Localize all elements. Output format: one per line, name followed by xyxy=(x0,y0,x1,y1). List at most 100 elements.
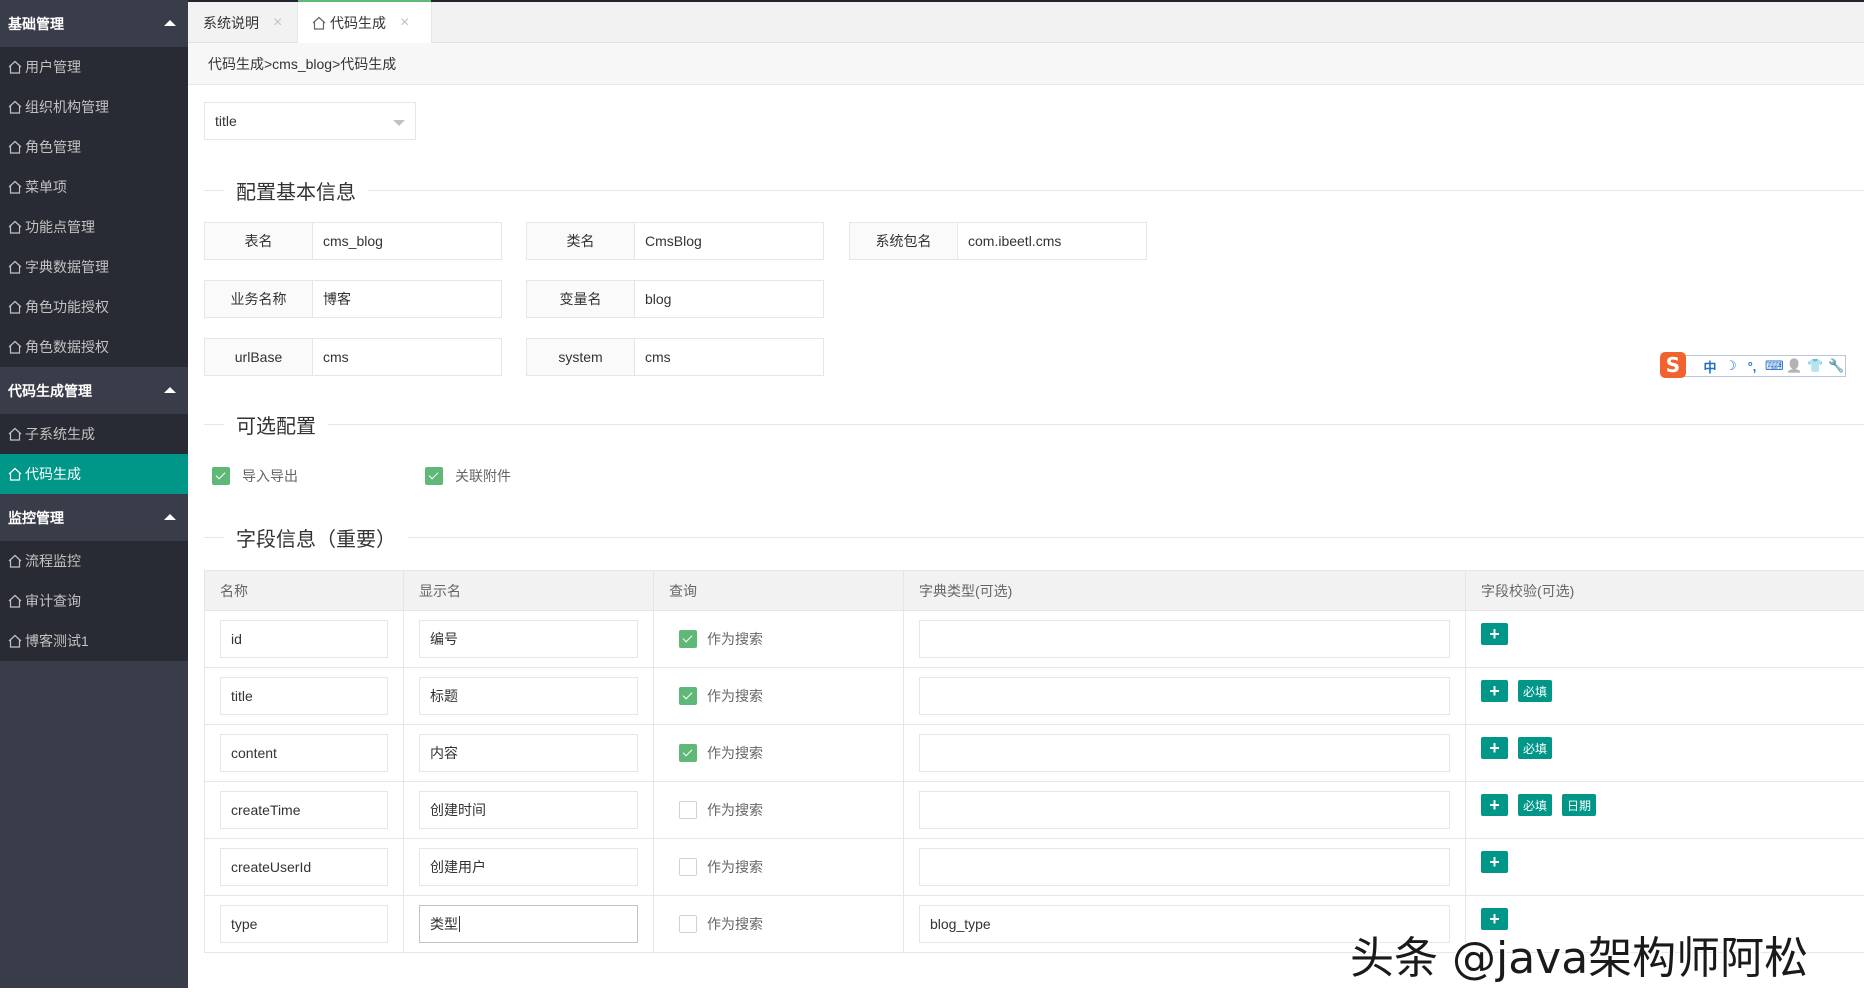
validator-tag-required[interactable]: 必填 xyxy=(1518,794,1553,816)
dict-type-input[interactable] xyxy=(919,620,1450,658)
search-checkbox[interactable]: 作为搜索 xyxy=(669,629,888,649)
sidebar-item-role-func[interactable]: 角色功能授权 xyxy=(0,287,188,327)
search-checkbox[interactable]: 作为搜索 xyxy=(669,686,888,706)
sidebar-item-label: 角色数据授权 xyxy=(25,339,109,355)
tab-system-intro[interactable]: 系统说明 × xyxy=(188,2,298,43)
ime-moon-icon[interactable]: ☽ xyxy=(1723,358,1739,374)
checkbox-label: 作为搜索 xyxy=(707,745,763,761)
dict-type-input[interactable] xyxy=(919,848,1450,886)
ime-skin-icon[interactable]: 👕 xyxy=(1807,358,1823,374)
checkbox-label: 作为搜索 xyxy=(707,802,763,818)
sidebar-group-basic[interactable]: 基础管理 xyxy=(0,0,188,47)
sidebar-item-codegen[interactable]: 代码生成 xyxy=(0,454,188,494)
display-name-input[interactable]: 编号 xyxy=(419,620,638,658)
search-checkbox[interactable]: 作为搜索 xyxy=(669,743,888,763)
display-name-input[interactable]: 标题 xyxy=(419,677,638,715)
field-name-input[interactable]: type xyxy=(220,905,388,943)
system-input[interactable]: cms xyxy=(635,339,823,375)
checkbox-unchecked-icon xyxy=(679,858,697,876)
sidebar-item-users[interactable]: 用户管理 xyxy=(0,47,188,87)
business-name-input[interactable]: 博客 xyxy=(313,281,501,317)
sidebar-group-codegen[interactable]: 代码生成管理 xyxy=(0,367,188,414)
form-item-business-name: 业务名称 博客 xyxy=(204,280,502,318)
sidebar-item-audit[interactable]: 审计查询 xyxy=(0,581,188,621)
sidebar-item-blog-test[interactable]: 博客测试1 xyxy=(0,621,188,661)
search-checkbox[interactable]: 作为搜索 xyxy=(669,914,888,934)
entity-select[interactable]: title xyxy=(204,102,416,140)
attachment-checkbox[interactable]: 关联附件 xyxy=(425,466,511,486)
close-icon[interactable]: × xyxy=(400,14,409,32)
checkbox-label: 作为搜索 xyxy=(707,916,763,932)
sidebar-group-monitor[interactable]: 监控管理 xyxy=(0,494,188,541)
breadcrumb: 代码生成>cms_blog>代码生成 xyxy=(188,43,1864,85)
import-export-checkbox[interactable]: 导入导出 xyxy=(212,466,298,486)
display-name-input[interactable]: 内容 xyxy=(419,734,638,772)
validator-tag-required[interactable]: 必填 xyxy=(1518,680,1553,702)
close-icon[interactable]: × xyxy=(273,14,282,32)
checkbox-checked-icon xyxy=(212,467,230,485)
validator-tag-required[interactable]: 必填 xyxy=(1518,737,1553,759)
sidebar-group-label: 代码生成管理 xyxy=(8,382,92,399)
search-checkbox[interactable]: 作为搜索 xyxy=(669,800,888,820)
table-header-row: 名称 显示名 查询 字典类型(可选) 字段校验(可选) xyxy=(204,570,1864,611)
variable-name-input[interactable]: blog xyxy=(635,281,823,317)
ime-keyboard-icon[interactable]: ⌨ xyxy=(1765,358,1784,374)
home-icon xyxy=(8,260,22,274)
ime-wrench-icon[interactable]: 🔧 xyxy=(1828,358,1844,374)
table-row: createTime 创建时间 作为搜索 + 必填 日期 xyxy=(204,781,1864,839)
caret-up-icon xyxy=(164,20,176,26)
add-validator-button[interactable]: + xyxy=(1481,737,1508,759)
ime-punctuation-icon[interactable]: °, xyxy=(1744,359,1760,374)
sidebar-item-roles[interactable]: 角色管理 xyxy=(0,127,188,167)
sidebar: 基础管理 用户管理 组织机构管理 角色管理 菜单项 功能点管理 字典数据管理 角… xyxy=(0,0,188,988)
sidebar-item-label: 菜单项 xyxy=(25,179,67,195)
dict-type-input[interactable] xyxy=(919,734,1450,772)
field-name-input[interactable]: content xyxy=(220,734,388,772)
display-name-input[interactable]: 创建用户 xyxy=(419,848,638,886)
home-icon xyxy=(8,300,22,314)
section-title-text: 字段信息（重要） xyxy=(236,528,396,551)
add-validator-button[interactable]: + xyxy=(1481,680,1508,702)
sidebar-item-menu[interactable]: 菜单项 xyxy=(0,167,188,207)
add-validator-button[interactable]: + xyxy=(1481,794,1508,816)
home-icon xyxy=(8,594,22,608)
checkbox-checked-icon xyxy=(679,630,697,648)
column-header-validation: 字段校验(可选) xyxy=(1465,570,1864,611)
caret-up-icon xyxy=(164,387,176,393)
section-basic-title: 配置基本信息 xyxy=(204,175,1864,205)
field-name-input[interactable]: title xyxy=(220,677,388,715)
checkbox-checked-icon xyxy=(679,744,697,762)
caret-up-icon xyxy=(164,514,176,520)
sidebar-item-org[interactable]: 组织机构管理 xyxy=(0,87,188,127)
form-item-variable-name: 变量名 blog xyxy=(526,280,824,318)
table-row: createUserId 创建用户 作为搜索 + xyxy=(204,838,1864,896)
column-header-display: 显示名 xyxy=(403,570,654,611)
sidebar-item-subsystem[interactable]: 子系统生成 xyxy=(0,414,188,454)
sogou-logo-icon[interactable]: S xyxy=(1660,352,1686,378)
add-validator-button[interactable]: + xyxy=(1481,623,1508,645)
sidebar-item-dict[interactable]: 字典数据管理 xyxy=(0,247,188,287)
sidebar-item-role-data[interactable]: 角色数据授权 xyxy=(0,327,188,367)
form-item-system: system cms xyxy=(526,338,824,376)
ime-chinese-icon[interactable]: 中 xyxy=(1702,357,1718,376)
class-name-input[interactable]: CmsBlog xyxy=(635,223,823,259)
display-name-input[interactable]: 类型 xyxy=(419,905,638,943)
tab-codegen[interactable]: 代码生成 × xyxy=(298,0,432,44)
url-base-input[interactable]: cms xyxy=(313,339,501,375)
add-validator-button[interactable]: + xyxy=(1481,851,1508,873)
validator-tag-date[interactable]: 日期 xyxy=(1562,794,1597,816)
field-name-input[interactable]: createTime xyxy=(220,791,388,829)
sidebar-item-workflow[interactable]: 流程监控 xyxy=(0,541,188,581)
field-name-input[interactable]: id xyxy=(220,620,388,658)
field-name-input[interactable]: createUserId xyxy=(220,848,388,886)
dict-type-input[interactable] xyxy=(919,791,1450,829)
ime-user-icon[interactable]: 👤 xyxy=(1786,358,1802,374)
sidebar-item-label: 组织机构管理 xyxy=(25,99,109,115)
display-name-input[interactable]: 创建时间 xyxy=(419,791,638,829)
sidebar-item-functions[interactable]: 功能点管理 xyxy=(0,207,188,247)
dict-type-input[interactable] xyxy=(919,677,1450,715)
package-input[interactable]: com.ibeetl.cms xyxy=(958,223,1146,259)
search-checkbox[interactable]: 作为搜索 xyxy=(669,857,888,877)
home-icon xyxy=(8,100,22,114)
table-name-input[interactable]: cms_blog xyxy=(313,223,501,259)
